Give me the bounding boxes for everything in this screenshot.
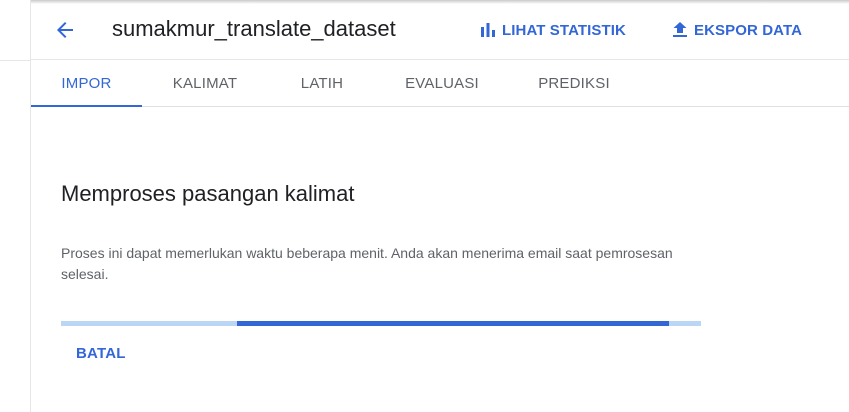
cancel-button[interactable]: BATAL [62, 338, 140, 368]
arrow-back-icon [57, 22, 73, 38]
progress-bar-indeterminate [237, 321, 669, 326]
processing-description: Proses ini dapat memerlukan waktu bebera… [61, 245, 673, 282]
tab-impor[interactable]: IMPOR [31, 61, 142, 107]
bar-chart-icon [481, 23, 495, 37]
tab-bar: IMPOR KALIMAT LATIH EVALUASI PREDIKSI [31, 61, 849, 107]
page-header: sumakmur_translate_dataset LIHAT STATIST… [31, 0, 849, 60]
upload-icon [673, 22, 687, 37]
rail-divider [0, 60, 30, 61]
export-data-button[interactable]: EKSPOR DATA [671, 18, 802, 42]
page-title: sumakmur_translate_dataset [112, 16, 396, 41]
processing-heading: Memproses pasangan kalimat [61, 181, 355, 206]
back-button[interactable] [49, 14, 81, 46]
tab-latih[interactable]: LATIH [285, 61, 359, 106]
view-stats-button[interactable]: LIHAT STATISTIK [479, 18, 626, 42]
view-stats-label: LIHAT STATISTIK [502, 21, 626, 39]
left-rail [0, 0, 31, 412]
tab-kalimat[interactable]: KALIMAT [155, 61, 255, 106]
progress-bar-track [61, 321, 701, 326]
tab-evaluasi[interactable]: EVALUASI [387, 61, 497, 106]
tab-prediksi[interactable]: PREDIKSI [525, 61, 623, 106]
export-data-label: EKSPOR DATA [694, 21, 803, 39]
